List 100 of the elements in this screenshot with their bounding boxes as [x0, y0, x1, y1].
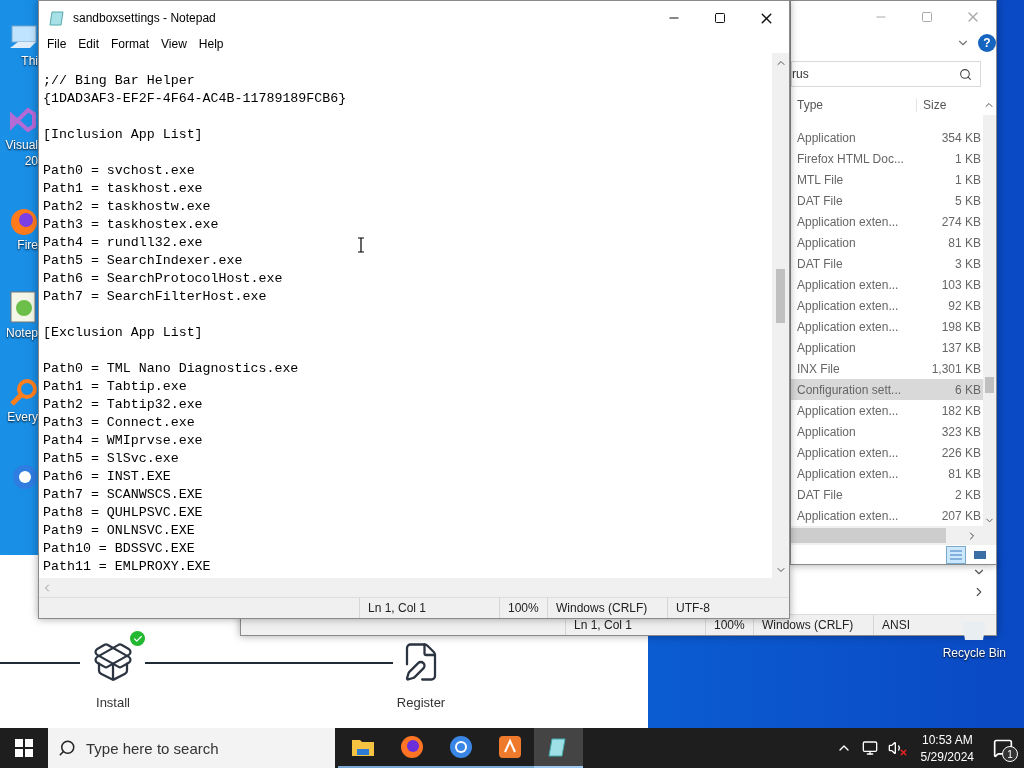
text-line: Path7 = SearchFilterHost.exe [43, 288, 267, 306]
clock-time: 10:53 AM [921, 732, 973, 747]
step-label: Install [96, 695, 130, 710]
text-line: Path0 = svchost.exe [43, 162, 195, 180]
notifications-button[interactable]: 1 [982, 728, 1024, 768]
status-text: Ln 1, Col 1 [359, 598, 499, 618]
text-line: Path6 = INST.EXE [43, 468, 171, 486]
text-line: Path2 = taskhostw.exe [43, 198, 211, 216]
menu-item[interactable]: Help [192, 37, 230, 51]
scrollbar[interactable] [39, 578, 789, 597]
text-line: Path4 = rundll32.exe [43, 234, 203, 252]
text-line: Path1 = taskhost.exe [43, 180, 203, 198]
menu-item[interactable]: File [41, 37, 73, 51]
file-row[interactable]: Application 323 KB [791, 421, 983, 442]
text-line: Path3 = taskhostex.exe [43, 216, 219, 234]
text-line: Path2 = Tabtip32.exe [43, 396, 203, 414]
file-row[interactable]: DAT File 5 KB [791, 190, 983, 211]
list-icon [949, 548, 963, 561]
scrollbar-thumb[interactable] [776, 269, 785, 323]
maximize-icon [714, 12, 726, 24]
menu-item[interactable]: View [155, 37, 193, 51]
file-row[interactable]: Application exten... 81 KB [791, 463, 983, 484]
message-icon [993, 738, 1013, 758]
windows-logo-icon [15, 739, 33, 757]
scrollbar[interactable] [772, 53, 789, 578]
file-row[interactable]: Firefox HTML Doc... 1 KB [791, 148, 983, 169]
search-text: rus [792, 67, 809, 81]
file-row[interactable]: MTL File 1 KB [791, 169, 983, 190]
file-row[interactable]: DAT File 2 KB [791, 484, 983, 505]
scrollbar-thumb[interactable] [985, 377, 994, 393]
desktop-icon-label: Fire [17, 238, 38, 252]
text-line: [Inclusion App List] [43, 126, 203, 144]
text-line: Path9 = ONLNSVC.EXE [43, 522, 195, 540]
search-field[interactable]: Type here to search [86, 739, 316, 757]
scrollbar[interactable] [983, 115, 996, 526]
text-line: Path6 = SearchProtocolHost.exe [43, 270, 283, 288]
desktop-icon-label: Notep [5, 326, 38, 340]
mute-cross-icon [898, 747, 908, 757]
maximize-icon [921, 11, 933, 23]
status-text: Windows (CRLF) [547, 598, 667, 618]
details-view-button[interactable] [946, 545, 966, 564]
step-label: Register [396, 695, 446, 710]
help-button[interactable]: ? [978, 34, 996, 52]
file-row[interactable]: INX File 1,301 KB [791, 358, 983, 379]
text-line: Path0 = TML Nano Diagnostics.exe [43, 360, 299, 378]
text-line: ;// Bing Bar Helper [43, 72, 195, 90]
text-cursor-icon [358, 237, 364, 253]
desktop-icon-label: Every [7, 410, 38, 424]
status-text: UTF-8 [667, 598, 789, 618]
clock-date: 5/29/2024 [920, 749, 974, 764]
globe-logo-icon [399, 735, 424, 759]
file-row[interactable]: Application exten... 103 KB [791, 274, 983, 295]
search-icon [58, 739, 76, 757]
taskbar-search-field[interactable]: Type here to search [48, 728, 335, 768]
column-header[interactable]: Size [917, 98, 983, 112]
search-icon[interactable] [959, 67, 972, 81]
desktop-icon-label: 20 [24, 154, 38, 168]
file-row[interactable]: Application 81 KB [791, 232, 983, 253]
ring-logo-icon [448, 735, 473, 759]
file-row[interactable]: Application exten... 182 KB [791, 400, 983, 421]
desktop-icon-label: Visual [5, 138, 38, 152]
text-line: Path4 = WMIprvse.exe [43, 432, 203, 450]
file-row[interactable]: Application exten... 226 KB [791, 442, 983, 463]
file-row[interactable]: Application exten... 207 KB [791, 505, 983, 526]
taskbar-button[interactable] [534, 728, 583, 768]
file-row[interactable]: Configuration sett... 6 KB [791, 379, 983, 400]
notepad-icon [8, 290, 38, 324]
file-row[interactable]: Application 137 KB [791, 337, 983, 358]
desktop-icon-label: Thi [21, 54, 38, 68]
picture-icon [973, 548, 987, 561]
globe-logo-icon [8, 206, 38, 236]
status-text: 100% [499, 598, 547, 618]
column-header[interactable]: Type [791, 98, 917, 112]
text-line: [Exclusion App List] [43, 324, 203, 342]
text-line: Path11 = EMLPROXY.EXE [43, 558, 211, 576]
text-line: Path1 = Tabtip.exe [43, 378, 187, 396]
text-line: {1DAD3AF3-EF2F-4F64-AC4B-11789189FCB6} [43, 90, 347, 108]
scrollbar-thumb[interactable] [791, 528, 946, 543]
text-line: Path8 = QUHLPSVC.EXE [43, 504, 203, 522]
search-field[interactable]: rus [791, 61, 981, 87]
desktop-icon-label: Recycle Bin [942, 646, 1006, 660]
file-row[interactable]: DAT File 3 KB [791, 253, 983, 274]
window-title: sandboxsettings - Notepad [73, 11, 217, 25]
magnifier-icon [8, 378, 38, 408]
text-line: Path7 = SCANWSCS.EXE [43, 486, 203, 504]
notification-count: 1 [1002, 746, 1018, 762]
app-logo-icon [497, 735, 522, 759]
menu-item[interactable]: Format [105, 37, 156, 51]
file-row[interactable]: Application exten... 92 KB [791, 295, 983, 316]
folder-icon [350, 737, 375, 757]
text-line: Path5 = SearchIndexer.exe [43, 252, 243, 270]
monitor-icon [861, 740, 878, 756]
text-line: Path10 = BDSSVC.EXE [43, 540, 195, 558]
file-row[interactable]: Application exten... 198 KB [791, 316, 983, 337]
text-line: Path3 = Connect.exe [43, 414, 195, 432]
file-row[interactable]: Application 354 KB [791, 127, 983, 148]
text-line: Path5 = SlSvc.exe [43, 450, 179, 468]
notepad-icon [49, 10, 65, 26]
menu-item[interactable]: Edit [72, 37, 106, 51]
file-row[interactable]: Application exten... 274 KB [791, 211, 983, 232]
